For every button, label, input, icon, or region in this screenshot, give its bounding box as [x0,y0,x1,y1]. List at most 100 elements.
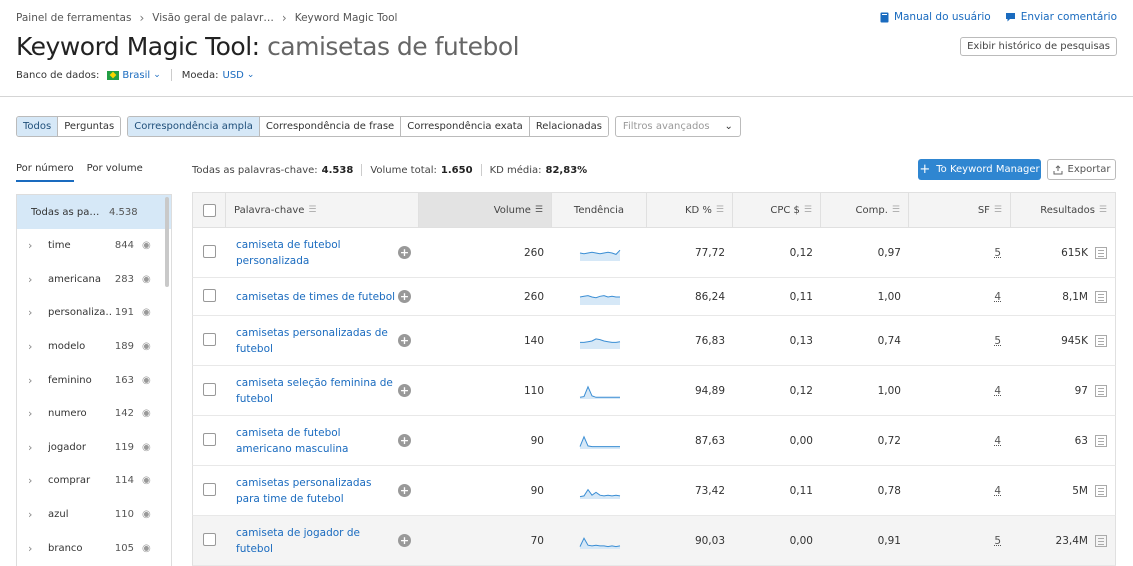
keyword-link[interactable]: camisetas de times de futebol [236,289,396,305]
sidebar-item-all[interactable]: Todas as pa… 4.538 [17,195,171,229]
sidebar-item-2[interactable]: › personaliza… 191 ◉ [17,296,171,330]
serp-icon[interactable] [1095,534,1107,547]
chevron-right-icon[interactable]: › [28,340,48,353]
row-checkbox[interactable] [203,482,216,496]
keyword-link[interactable]: camiseta de jogador de futebol [236,525,396,557]
eye-icon[interactable]: ◉ [142,375,151,386]
keyword-link[interactable]: camiseta de futebol personalizada [236,237,396,269]
sidebar-scrollbar[interactable] [165,197,169,287]
eye-icon[interactable]: ◉ [142,240,151,251]
currency-selector[interactable]: USD ⌄ [223,70,255,81]
sidebar-item-8[interactable]: › azul 110 ◉ [17,498,171,532]
row-select-cell [193,432,226,449]
cpc-cell: 0,12 [789,384,813,397]
add-keyword-icon[interactable]: + [398,290,411,303]
add-keyword-icon[interactable]: + [398,334,411,347]
eye-icon[interactable]: ◉ [142,341,151,352]
sidebar-item-4[interactable]: › feminino 163 ◉ [17,363,171,397]
serp-icon[interactable] [1095,434,1107,447]
sf-cell: 5 [909,535,1011,547]
filter-phrase-match[interactable]: Correspondência de frase [259,117,402,136]
tab-by-number[interactable]: Por número [16,163,74,182]
select-all-checkbox[interactable] [202,203,216,217]
serp-features-link[interactable]: 4 [994,485,1001,497]
keyword-cell: camiseta de futebol personalizada + [226,237,419,269]
filter-broad-match[interactable]: Correspondência ampla [128,117,260,136]
serp-features-link[interactable]: 4 [994,435,1001,447]
chevron-right-icon[interactable]: › [28,474,48,487]
add-keyword-icon[interactable]: + [398,246,411,259]
stats-all-value: 4.538 [321,164,354,176]
eye-icon[interactable]: ◉ [142,408,151,419]
advanced-filters-dropdown[interactable]: Filtros avançados ⌄ [614,116,741,137]
breadcrumb-item[interactable]: Painel de ferramentas [16,12,131,24]
export-button[interactable]: Exportar [1047,159,1116,180]
keyword-link[interactable]: camisetas personalizadas para time de fu… [236,475,396,507]
row-checkbox[interactable] [203,332,216,346]
keyword-link[interactable]: camisetas personalizadas de futebol [236,325,396,357]
chevron-right-icon[interactable]: › [28,508,48,521]
serp-features-link[interactable]: 5 [994,535,1001,547]
add-keyword-icon[interactable]: + [398,534,411,547]
eye-icon[interactable]: ◉ [142,442,151,453]
sidebar-item-0[interactable]: › time 844 ◉ [17,229,171,263]
chevron-right-icon[interactable]: › [28,273,48,286]
serp-features-link[interactable]: 5 [994,247,1001,259]
chevron-right-icon[interactable]: › [28,306,48,319]
serp-icon[interactable] [1095,290,1107,303]
serp-icon[interactable] [1095,384,1107,397]
col-keyword[interactable]: Palavra-chave ☰ [226,193,419,227]
keyword-manager-button[interactable]: + To Keyword Manager [918,159,1041,180]
col-cpc[interactable]: CPC $ ☰ [733,193,821,227]
eye-icon[interactable]: ◉ [142,274,151,285]
keyword-link[interactable]: camiseta seleção feminina de futebol [236,375,396,407]
sidebar-item-3[interactable]: › modelo 189 ◉ [17,330,171,364]
breadcrumb-item[interactable]: Visão geral de palavr… [152,12,274,24]
serp-features-link[interactable]: 4 [994,291,1001,303]
chevron-right-icon[interactable]: › [28,239,48,252]
sidebar-item-1[interactable]: › americana 283 ◉ [17,263,171,297]
row-checkbox[interactable] [203,432,216,446]
chevron-right-icon[interactable]: › [28,542,48,555]
serp-icon[interactable] [1095,334,1107,347]
search-history-button[interactable]: Exibir histórico de pesquisas [960,37,1117,56]
filter-related[interactable]: Relacionadas [529,117,608,136]
sidebar-item-5[interactable]: › numero 142 ◉ [17,397,171,431]
sidebar-item-6[interactable]: › jogador 119 ◉ [17,431,171,465]
add-keyword-icon[interactable]: + [398,484,411,497]
database-selector[interactable]: Brasil ⌄ [103,70,161,81]
row-checkbox[interactable] [203,244,216,258]
tab-by-volume[interactable]: Por volume [87,163,143,182]
add-keyword-icon[interactable]: + [398,434,411,447]
eye-icon[interactable]: ◉ [142,543,151,554]
col-results[interactable]: Resultados ☰ [1011,193,1115,227]
add-keyword-icon[interactable]: + [398,384,411,397]
row-checkbox[interactable] [203,532,216,546]
keyword-link[interactable]: camiseta de futebol americano masculina [236,425,396,457]
row-checkbox[interactable] [203,288,216,302]
col-volume[interactable]: Volume ☰ [419,193,552,227]
filter-questions[interactable]: Perguntas [58,117,121,136]
chevron-right-icon[interactable]: › [28,441,48,454]
serp-icon[interactable] [1095,246,1107,259]
serp-icon[interactable] [1095,484,1107,497]
serp-features-link[interactable]: 4 [994,385,1001,397]
chevron-right-icon[interactable]: › [28,374,48,387]
manual-link[interactable]: Manual do usuário [880,11,991,23]
row-checkbox[interactable] [203,382,216,396]
filter-exact-match[interactable]: Correspondência exata [401,117,530,136]
serp-features-link[interactable]: 5 [994,335,1001,347]
filter-all[interactable]: Todos [17,117,59,136]
col-comp[interactable]: Comp. ☰ [821,193,909,227]
eye-icon[interactable]: ◉ [142,509,151,520]
eye-icon[interactable]: ◉ [142,475,151,486]
export-icon [1053,164,1062,174]
volume-cell: 140 [523,334,544,347]
sidebar-item-9[interactable]: › branco 105 ◉ [17,531,171,565]
feedback-link[interactable]: Enviar comentário [1005,11,1117,23]
col-kd[interactable]: KD % ☰ [647,193,733,227]
eye-icon[interactable]: ◉ [142,307,151,318]
col-sf[interactable]: SF ☰ [909,193,1011,227]
sidebar-item-7[interactable]: › comprar 114 ◉ [17,464,171,498]
chevron-right-icon[interactable]: › [28,407,48,420]
